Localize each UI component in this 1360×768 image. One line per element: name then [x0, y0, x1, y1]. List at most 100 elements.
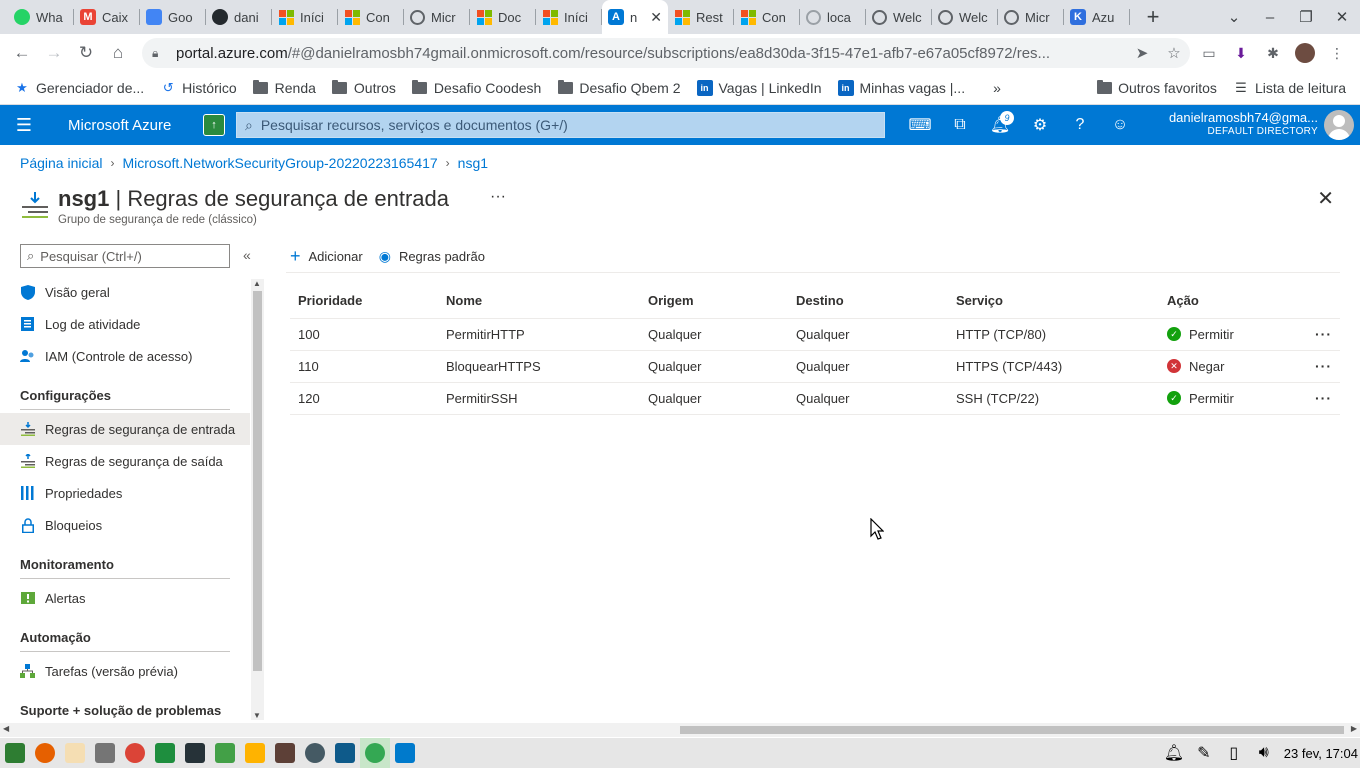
- breadcrumb-resource-group[interactable]: Microsoft.NetworkSecurityGroup-202202231…: [123, 155, 438, 171]
- chrome-icon[interactable]: [120, 738, 150, 768]
- battery-icon[interactable]: ▯: [1224, 743, 1244, 763]
- clock[interactable]: 23 fev, 17:04: [1284, 746, 1358, 761]
- sidebar-item-iam[interactable]: IAM (Controle de acesso): [0, 340, 250, 372]
- scroll-left-icon[interactable]: ◀: [3, 724, 9, 733]
- bookmark-item[interactable]: Desafio Qbem 2: [557, 80, 681, 96]
- upgrade-icon[interactable]: ↑: [203, 114, 225, 136]
- browser-tab[interactable]: loca: [800, 0, 866, 34]
- browser-tab[interactable]: K Azu: [1064, 0, 1130, 34]
- profile-avatar-icon[interactable]: [1292, 40, 1318, 66]
- column-header[interactable]: Nome: [438, 284, 640, 319]
- collapse-menu-icon[interactable]: «: [243, 247, 251, 263]
- bookmark-star-icon[interactable]: ☆: [1158, 44, 1190, 62]
- globe-app-icon[interactable]: [300, 738, 330, 768]
- download-extension-icon[interactable]: ⬇: [1228, 40, 1254, 66]
- app-launcher-icon[interactable]: [0, 738, 30, 768]
- sidebar-item-activity-log[interactable]: Log de atividade: [0, 308, 250, 340]
- cast-icon[interactable]: ▭: [1196, 40, 1222, 66]
- volume-icon[interactable]: 🔊︎: [1254, 744, 1274, 762]
- menu-search-input[interactable]: ⌕ Pesquisar (Ctrl+/): [20, 244, 230, 268]
- sidebar-item-tasks[interactable]: Tarefas (versão prévia): [0, 655, 250, 687]
- reading-list-button[interactable]: ☰ Lista de leitura: [1233, 80, 1346, 96]
- bookmark-item[interactable]: ★ Gerenciador de...: [14, 80, 144, 96]
- bookmark-item[interactable]: Renda: [253, 80, 316, 96]
- browser-tab[interactable]: Micr: [998, 0, 1064, 34]
- browser-tab[interactable]: Iníci: [272, 0, 338, 34]
- cloud-shell-icon[interactable]: ⌨: [900, 105, 940, 145]
- azure-brand[interactable]: Microsoft Azure: [68, 117, 203, 134]
- breadcrumb-current[interactable]: nsg1: [458, 155, 488, 171]
- browser-tab[interactable]: Goo: [140, 0, 206, 34]
- browser-tab[interactable]: Micr: [404, 0, 470, 34]
- files-icon[interactable]: [210, 738, 240, 768]
- add-rule-button[interactable]: + Adicionar: [290, 246, 363, 267]
- more-options-button[interactable]: ···: [490, 188, 506, 206]
- terminal-icon[interactable]: [180, 738, 210, 768]
- send-icon[interactable]: ➤: [1126, 44, 1158, 62]
- help-icon[interactable]: ?: [1060, 105, 1100, 145]
- reload-button[interactable]: ↻: [70, 37, 102, 69]
- sidebar-item-locks[interactable]: Bloqueios: [0, 509, 250, 541]
- close-blade-icon[interactable]: ✕: [1317, 186, 1334, 211]
- sidebar-item-properties[interactable]: Propriedades: [0, 477, 250, 509]
- extensions-puzzle-icon[interactable]: ✱: [1260, 40, 1286, 66]
- default-rules-button[interactable]: ◉ Regras padrão: [379, 248, 485, 265]
- firefox-icon[interactable]: [30, 738, 60, 768]
- directory-filter-icon[interactable]: ⧉: [940, 105, 980, 145]
- sidebar-item-alerts[interactable]: Alertas: [0, 582, 250, 614]
- bookmark-item[interactable]: Desafio Coodesh: [412, 80, 541, 96]
- close-tab-icon[interactable]: ✕: [650, 9, 662, 26]
- bookmarks-overflow-button[interactable]: »: [993, 80, 1001, 96]
- notifications-icon[interactable]: 🔔︎ 9: [980, 105, 1020, 145]
- close-window-button[interactable]: ✕: [1324, 8, 1360, 26]
- tab-search-icon[interactable]: ⌄: [1216, 8, 1252, 26]
- page-horizontal-scrollbar[interactable]: ◀ ▶: [0, 723, 1360, 737]
- column-header[interactable]: Prioridade: [290, 284, 438, 319]
- browser-tab[interactable]: M Caix: [74, 0, 140, 34]
- sidebar-item-outbound-rules[interactable]: Regras de segurança de saída: [0, 445, 250, 477]
- column-header[interactable]: Destino: [788, 284, 948, 319]
- sidebar-item-inbound-rules[interactable]: Regras de segurança de entrada: [0, 413, 250, 445]
- browser-tab[interactable]: Rest: [668, 0, 734, 34]
- column-header[interactable]: Ação: [1159, 284, 1289, 319]
- global-search-input[interactable]: ⌕ Pesquisar recursos, serviços e documen…: [236, 112, 885, 138]
- forward-button[interactable]: →: [38, 37, 70, 69]
- browser-tab[interactable]: Welc: [932, 0, 998, 34]
- restore-button[interactable]: ❐: [1288, 8, 1324, 26]
- other-favorites-folder[interactable]: Outros favoritos: [1096, 80, 1217, 96]
- browser-tab[interactable]: Doc: [470, 0, 536, 34]
- column-header[interactable]: Origem: [640, 284, 788, 319]
- calculator-icon[interactable]: [90, 738, 120, 768]
- browser-tab[interactable]: dani: [206, 0, 272, 34]
- row-more-button[interactable]: ···: [1289, 350, 1340, 383]
- vscode-icon[interactable]: [390, 738, 420, 768]
- scroll-up-icon[interactable]: ▲: [253, 279, 261, 288]
- scroll-right-icon[interactable]: ▶: [1351, 724, 1357, 733]
- row-more-button[interactable]: ···: [1289, 318, 1340, 351]
- table-row[interactable]: 120 PermitirSSH Qualquer Qualquer SSH (TCP/2…: [290, 382, 1340, 415]
- vscode-insiders-icon[interactable]: [330, 738, 360, 768]
- hscroll-thumb[interactable]: [680, 726, 1344, 734]
- table-row[interactable]: 110 BloquearHTTPS Qualquer Qualquer HTTPS (T…: [290, 350, 1340, 383]
- bookmark-item[interactable]: ↺ Histórico: [160, 80, 237, 96]
- notifications-bell-icon[interactable]: 🔔︎: [1164, 743, 1184, 763]
- text-editor-icon[interactable]: [60, 738, 90, 768]
- chrome-active-icon[interactable]: [360, 738, 390, 768]
- browser-tab[interactable]: Con: [734, 0, 800, 34]
- pen-icon[interactable]: ✎: [1194, 743, 1214, 763]
- breadcrumb-home[interactable]: Página inicial: [20, 155, 103, 171]
- menu-scrollbar[interactable]: ▲ ▼: [251, 279, 264, 720]
- bookmark-item[interactable]: Outros: [332, 80, 396, 96]
- scroll-down-icon[interactable]: ▼: [253, 711, 261, 720]
- browser-tab[interactable]: An ✕: [602, 0, 668, 34]
- bookmark-item[interactable]: in Minhas vagas |...: [837, 80, 965, 96]
- video-icon[interactable]: [270, 738, 300, 768]
- table-row[interactable]: 100 PermitirHTTP Qualquer Qualquer HTTP (TCP…: [290, 318, 1340, 351]
- home-button[interactable]: ⌂: [102, 37, 134, 69]
- browser-tab[interactable]: Wha: [8, 0, 74, 34]
- account-menu[interactable]: danielramosbh74@gma... DEFAULT DIRECTORY: [1169, 111, 1318, 139]
- store-icon[interactable]: [150, 738, 180, 768]
- feedback-icon[interactable]: ☺: [1100, 105, 1140, 145]
- browser-menu-icon[interactable]: ⋮: [1324, 40, 1350, 66]
- url-bar[interactable]: 🔒︎ portal.azure.com/#@danielramosbh74gma…: [142, 38, 1190, 68]
